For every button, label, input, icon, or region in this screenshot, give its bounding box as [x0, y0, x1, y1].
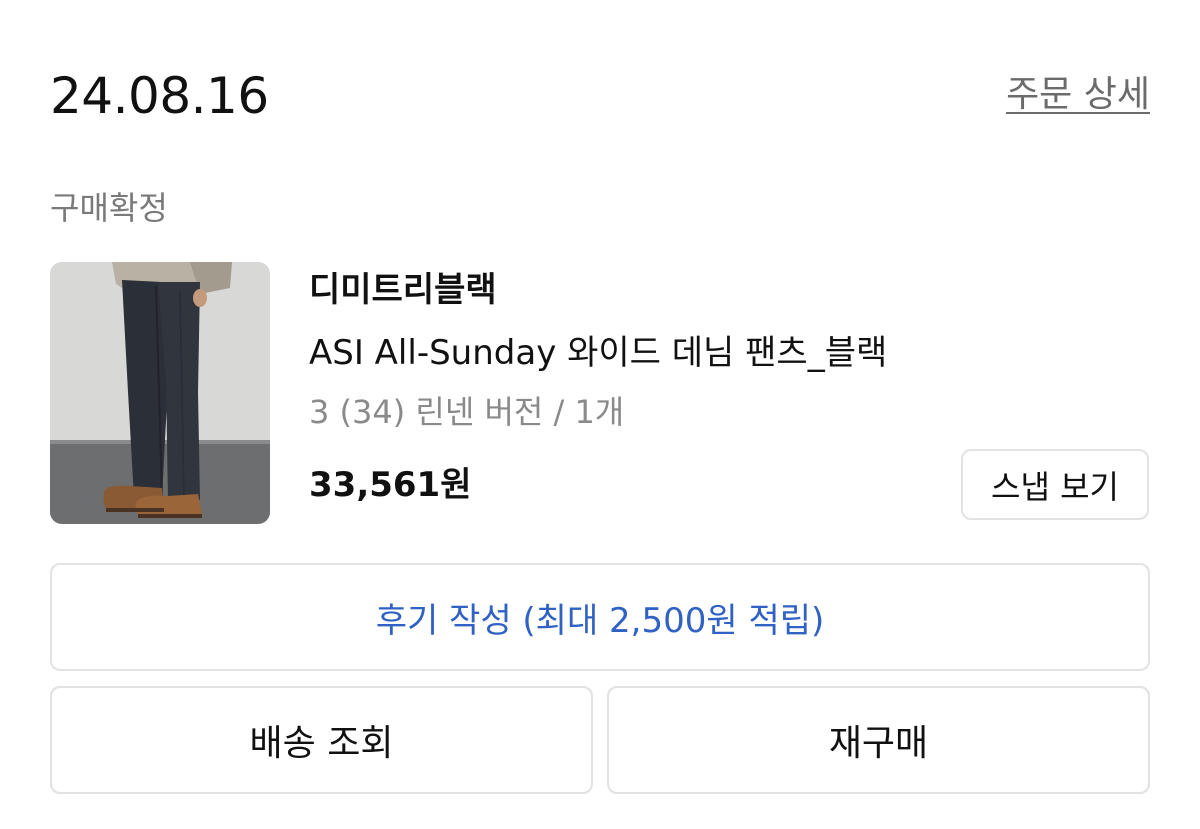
brand-name[interactable]: 디미트리블랙 [309, 268, 497, 312]
product-name[interactable]: ASI All-Sunday 와이드 데님 팬츠_블랙 [309, 330, 887, 376]
track-delivery-button[interactable]: 배송 조회 [50, 686, 593, 794]
order-detail-link[interactable]: 주문 상세 [1006, 72, 1150, 118]
product-price: 33,561원 [309, 465, 472, 505]
order-status: 구매확정 [50, 189, 168, 227]
order-date: 24.08.16 [50, 67, 269, 125]
rebuy-button[interactable]: 재구매 [607, 686, 1150, 794]
write-review-button[interactable]: 후기 작성 (최대 2,500원 적립) [50, 563, 1150, 671]
product-thumbnail[interactable] [50, 262, 270, 524]
product-photo [50, 262, 270, 524]
snap-view-button[interactable]: 스냅 보기 [961, 449, 1149, 520]
product-option: 3 (34) 린넨 버전 / 1개 [309, 393, 625, 431]
